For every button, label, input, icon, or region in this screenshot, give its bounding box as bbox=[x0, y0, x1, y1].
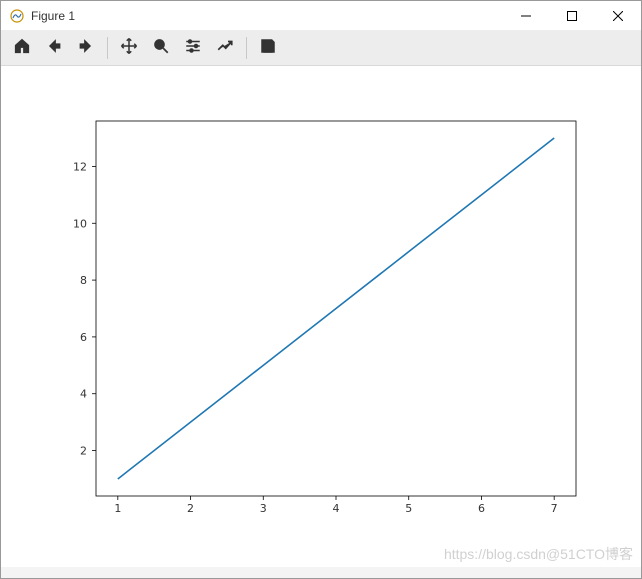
pan-button[interactable] bbox=[114, 33, 144, 63]
svg-text:2: 2 bbox=[80, 445, 87, 458]
statusbar bbox=[1, 567, 641, 578]
save-button[interactable] bbox=[253, 33, 283, 63]
svg-text:12: 12 bbox=[73, 160, 87, 173]
home-button[interactable] bbox=[7, 33, 37, 63]
svg-text:6: 6 bbox=[478, 502, 485, 515]
svg-text:6: 6 bbox=[80, 331, 87, 344]
close-button[interactable] bbox=[595, 1, 641, 31]
home-icon bbox=[13, 37, 31, 58]
minimize-button[interactable] bbox=[503, 1, 549, 31]
edit-button[interactable] bbox=[210, 33, 240, 63]
svg-text:3: 3 bbox=[260, 502, 267, 515]
back-button[interactable] bbox=[39, 33, 69, 63]
svg-text:2: 2 bbox=[187, 502, 194, 515]
maximize-button[interactable] bbox=[549, 1, 595, 31]
save-icon bbox=[259, 37, 277, 58]
svg-text:1: 1 bbox=[114, 502, 121, 515]
titlebar: Figure 1 bbox=[1, 1, 641, 31]
line-chart: 123456724681012 bbox=[1, 66, 641, 564]
toolbar-separator bbox=[246, 37, 247, 59]
sliders-icon bbox=[184, 37, 202, 58]
arrow-right-icon bbox=[77, 37, 95, 58]
window-title: Figure 1 bbox=[31, 9, 75, 23]
plot-canvas[interactable]: 123456724681012 bbox=[1, 66, 641, 567]
zoom-button[interactable] bbox=[146, 33, 176, 63]
configure-button[interactable] bbox=[178, 33, 208, 63]
zoom-icon bbox=[152, 37, 170, 58]
svg-text:10: 10 bbox=[73, 217, 87, 230]
svg-text:7: 7 bbox=[551, 502, 558, 515]
toolbar-separator bbox=[107, 37, 108, 59]
svg-text:4: 4 bbox=[333, 502, 340, 515]
chart-line-icon bbox=[216, 37, 234, 58]
toolbar bbox=[1, 31, 641, 66]
svg-text:5: 5 bbox=[405, 502, 412, 515]
move-icon bbox=[120, 37, 138, 58]
svg-text:4: 4 bbox=[80, 388, 87, 401]
forward-button[interactable] bbox=[71, 33, 101, 63]
arrow-left-icon bbox=[45, 37, 63, 58]
svg-text:8: 8 bbox=[80, 274, 87, 287]
figure-window: Figure 1 bbox=[0, 0, 642, 579]
app-icon bbox=[9, 8, 25, 24]
